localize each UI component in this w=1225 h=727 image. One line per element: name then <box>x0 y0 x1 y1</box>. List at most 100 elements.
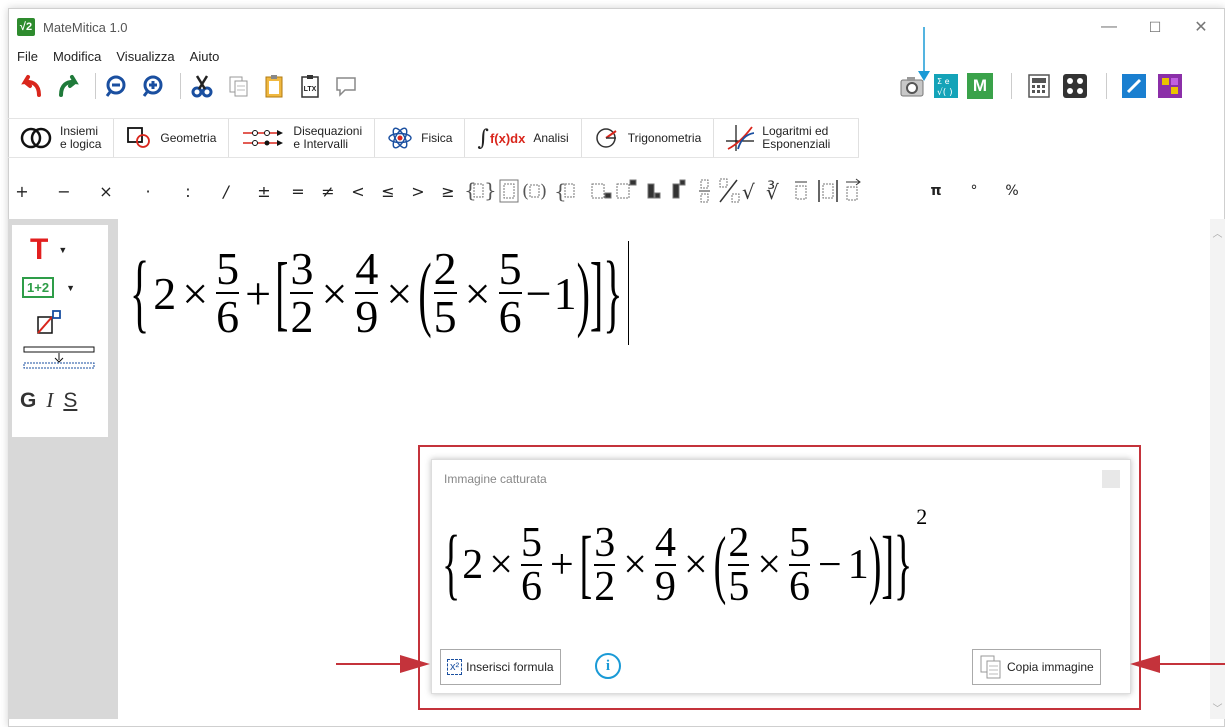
menu-aiuto[interactable]: Aiuto <box>188 49 222 64</box>
calculator-button[interactable] <box>1024 71 1054 101</box>
minimize-button[interactable]: — <box>1086 9 1132 45</box>
tab-trigonometria-label: Trigonometria <box>627 130 702 145</box>
symbol-times[interactable]: × <box>92 182 120 201</box>
times-sign: × <box>386 267 413 319</box>
symbol-greater-equal[interactable]: ≥ <box>434 182 462 201</box>
tab-insiemi[interactable]: Insiemi e logica <box>8 119 115 157</box>
zoom-in-button[interactable] <box>138 71 168 101</box>
symbol-less[interactable]: < <box>344 182 372 201</box>
toolbar-separator <box>1106 73 1107 99</box>
math-doc-button[interactable]: Σ e √( ) <box>931 71 961 101</box>
symbol-degree[interactable]: ° <box>962 183 986 199</box>
tab-logaritmi[interactable]: Logaritmi ed Esponenziali <box>714 119 860 157</box>
fraction-2-5: 25 <box>433 246 457 340</box>
scroll-up-icon[interactable]: ︿ <box>1210 225 1225 240</box>
line-spacing-icon[interactable] <box>22 345 98 371</box>
keypad-button[interactable] <box>1060 71 1090 101</box>
symbol-plus[interactable]: + <box>8 182 36 201</box>
text-tool-button[interactable]: T ▼ <box>30 233 67 267</box>
menu-file[interactable]: File <box>15 49 40 64</box>
menu-bar: File Modifica Visualizza Aiuto <box>9 45 1224 67</box>
tab-fisica[interactable]: Fisica <box>375 119 466 157</box>
symbol-equals[interactable]: = <box>284 182 312 201</box>
menu-visualizza[interactable]: Visualizza <box>114 49 176 64</box>
times-sign: × <box>623 542 647 588</box>
symbol-plusminus[interactable]: ± <box>250 182 278 201</box>
menu-modifica[interactable]: Modifica <box>51 49 103 64</box>
m-button[interactable]: M <box>965 71 995 101</box>
integral-icon: ∫ <box>477 125 489 151</box>
tab-logaritmi-line2: Esponenziali <box>762 137 831 151</box>
window-title: MateMitica 1.0 <box>43 19 128 35</box>
bold-button[interactable]: G <box>20 389 36 413</box>
format-card: T ▼ 1+2 ▼ G I S <box>12 225 108 437</box>
times-sign: × <box>321 267 348 319</box>
tab-analisi[interactable]: ∫ f(x)dx Analisi <box>465 119 582 157</box>
bracket-open: [ <box>579 523 593 607</box>
symbol-minus[interactable]: − <box>50 182 78 201</box>
integral-prefix: f(x)dx <box>489 130 526 146</box>
close-button[interactable]: ✕ <box>1178 9 1224 45</box>
bracket-close: ] <box>589 244 604 340</box>
tab-disequazioni-line2: e Intervalli <box>293 137 349 151</box>
copy-image-button[interactable]: Copia immagine <box>972 649 1101 685</box>
popup-title: Immagine catturata <box>444 472 547 486</box>
symbol-pi[interactable]: π <box>924 183 948 199</box>
redo-icon <box>59 75 79 97</box>
undo-button[interactable] <box>17 71 47 101</box>
main-formula[interactable]: { 2 × 56 + [ 32 × 49 × ( 25 × 56 − 1 ) ]… <box>130 241 630 345</box>
symbol-dot[interactable]: · <box>134 182 162 201</box>
comment-button[interactable] <box>331 71 361 101</box>
svg-text:}: } <box>484 178 497 202</box>
captured-formula-image: { 2 × 56 + [ 32 × 49 × ( 25 × 56 − 1 ) ]… <box>442 504 927 610</box>
pattern-button[interactable] <box>1155 71 1185 101</box>
info-icon[interactable]: i <box>595 653 621 679</box>
symbol-less-equal[interactable]: ≤ <box>374 182 402 201</box>
tab-geometria[interactable]: Geometria <box>114 119 230 157</box>
fraction-5-6: 56 <box>520 522 542 608</box>
copy-button[interactable] <box>223 71 253 101</box>
insert-formula-button[interactable]: x² Inserisci formula <box>440 649 561 685</box>
keypad-icon <box>1063 74 1087 98</box>
fraction-denominator: 5 <box>728 564 750 610</box>
fraction-5-6: 56 <box>216 243 240 340</box>
strike-fraction-icon[interactable] <box>36 309 62 335</box>
fraction-3-2: 32 <box>290 246 314 342</box>
main-toolbar: LTX Σ e √( ) M <box>9 67 1224 105</box>
number-tool-button[interactable]: 1+2 ▼ <box>22 277 75 298</box>
symbol-percent[interactable]: % <box>1000 183 1024 199</box>
symbol-slash[interactable]: / <box>212 182 240 201</box>
vertical-scrollbar[interactable]: ︿ ﹀ <box>1210 219 1225 719</box>
symbol-not-equal[interactable]: ≠ <box>314 182 342 201</box>
cut-button[interactable] <box>187 71 217 101</box>
times-sign: × <box>182 267 209 319</box>
italic-button[interactable]: I <box>46 388 53 413</box>
fraction-3-2: 32 <box>594 522 616 610</box>
zoom-out-button[interactable] <box>102 71 132 101</box>
redo-button[interactable] <box>53 71 83 101</box>
format-sidepanel: T ▼ 1+2 ▼ G I S <box>8 219 118 719</box>
pen-button[interactable] <box>1119 71 1149 101</box>
tab-disequazioni[interactable]: Disequazioni e Intervalli <box>229 119 376 157</box>
zoom-out-icon <box>105 75 126 97</box>
bracket-close: ] <box>881 523 894 607</box>
tab-trigonometria[interactable]: Trigonometria <box>582 119 715 157</box>
symbol-colon[interactable]: : <box>174 182 202 201</box>
pointer-arrow-left <box>336 655 430 673</box>
symbol-greater[interactable]: > <box>404 182 432 201</box>
svg-text:√( ): √( ) <box>937 87 953 98</box>
interval-icon <box>243 130 284 146</box>
scroll-down-icon[interactable]: ﹀ <box>1210 700 1225 715</box>
popup-close-button[interactable] <box>1102 470 1120 488</box>
fraction-denominator: 9 <box>654 564 676 610</box>
latex-button[interactable]: LTX <box>295 71 325 101</box>
maximize-button[interactable]: ☐ <box>1132 9 1178 45</box>
fraction-numerator: 5 <box>216 243 240 294</box>
underline-button[interactable]: S <box>63 389 77 413</box>
fraction-denominator: 2 <box>594 564 616 610</box>
toolbar-separator <box>1011 73 1012 99</box>
fraction-denominator: 2 <box>290 291 314 342</box>
pointer-arrow-right <box>1130 655 1225 673</box>
calculator-icon <box>1028 74 1050 98</box>
paste-button[interactable] <box>259 71 289 101</box>
